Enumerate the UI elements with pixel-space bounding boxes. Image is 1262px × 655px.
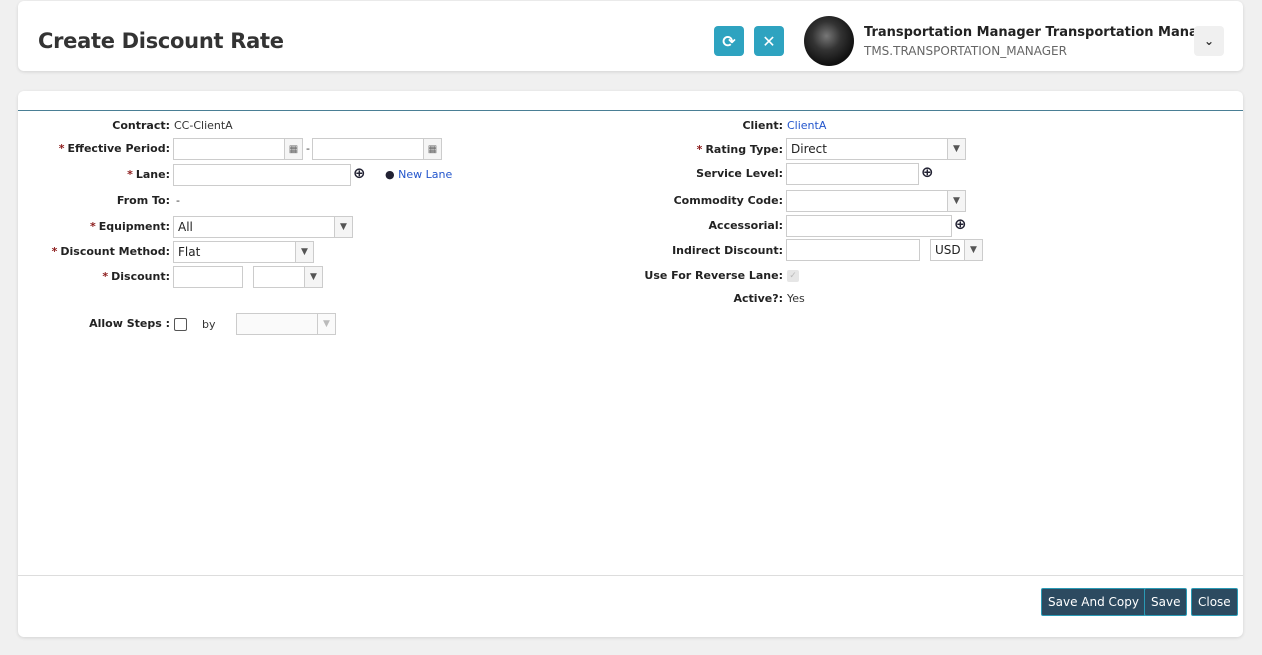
effective-from-input[interactable]: ▦ — [173, 138, 303, 160]
avatar — [804, 16, 854, 66]
discount-method-select[interactable]: Flat ▼ — [173, 241, 314, 263]
accessorial-search-icon[interactable]: ⊕ — [954, 215, 967, 233]
discount-method-label: * Discount Method: — [51, 245, 170, 258]
lane-label: * Lane: — [127, 168, 170, 181]
chevron-down-icon: ▼ — [947, 191, 965, 211]
user-name: Transportation Manager Transportation Ma… — [864, 25, 1213, 40]
page-title: Create Discount Rate — [38, 29, 284, 53]
steps-by-select[interactable]: ▼ — [236, 313, 336, 335]
refresh-icon: ⟳ — [722, 31, 736, 51]
contract-value: CC-ClientA — [174, 119, 233, 132]
reverse-lane-checkbox[interactable]: ✓ — [787, 270, 799, 282]
service-level-search-icon[interactable]: ⊕ — [921, 163, 934, 181]
accessorial-label: Accessorial: — [708, 219, 783, 232]
lane-search-icon[interactable]: ⊕ — [353, 164, 366, 182]
rating-type-select[interactable]: Direct ▼ — [786, 138, 966, 160]
new-lane-link[interactable]: ● New Lane — [385, 168, 452, 181]
reverse-lane-label: Use For Reverse Lane: — [644, 269, 783, 282]
close-icon: ✕ — [762, 31, 776, 51]
chevron-down-icon: ▼ — [317, 314, 335, 334]
close-form-button[interactable]: Close — [1191, 588, 1238, 616]
effective-period-label: * Effective Period: — [58, 142, 170, 155]
commodity-code-label: Commodity Code: — [673, 194, 783, 207]
discount-input[interactable] — [173, 266, 243, 288]
refresh-button[interactable]: ⟳ — [714, 26, 744, 56]
allow-steps-label: Allow Steps : — [89, 317, 170, 330]
client-label: Client: — [742, 119, 783, 132]
save-button[interactable]: Save — [1144, 588, 1188, 616]
active-label: Active?: — [733, 292, 783, 305]
active-value: Yes — [787, 292, 805, 305]
steps-by-label: by — [202, 318, 216, 331]
commodity-code-select[interactable]: ▼ — [786, 190, 966, 212]
close-button[interactable]: ✕ — [754, 26, 784, 56]
divider — [18, 110, 1243, 111]
from-to-value: - — [176, 194, 180, 207]
lane-input[interactable] — [173, 164, 351, 186]
accessorial-input[interactable] — [786, 215, 952, 237]
from-to-label: From To: — [116, 194, 170, 207]
discount-unit-select[interactable]: ▼ — [253, 266, 323, 288]
header-bar: Create Discount Rate ⟳ ✕ Transportation … — [18, 1, 1243, 71]
contract-label: Contract: — [112, 119, 170, 132]
discount-label: * Discount: — [102, 270, 170, 283]
service-level-label: Service Level: — [696, 167, 783, 180]
user-menu-button[interactable]: ⌄ — [1194, 26, 1224, 56]
plus-circle-icon: ● — [385, 168, 395, 181]
equipment-label: * Equipment: — [89, 220, 170, 233]
chevron-down-icon: ▼ — [295, 242, 313, 262]
chevron-down-icon: ▼ — [964, 240, 982, 260]
chevron-down-icon: ▼ — [334, 217, 352, 237]
calendar-icon[interactable]: ▦ — [423, 139, 441, 159]
chevron-down-icon: ⌄ — [1203, 34, 1215, 48]
indirect-discount-label: Indirect Discount: — [672, 244, 783, 257]
date-separator: - — [306, 142, 310, 155]
user-id: TMS.TRANSPORTATION_MANAGER — [864, 44, 1067, 58]
chevron-down-icon: ▼ — [304, 267, 322, 287]
equipment-select[interactable]: All ▼ — [173, 216, 353, 238]
effective-to-input[interactable]: ▦ — [312, 138, 442, 160]
chevron-down-icon: ▼ — [947, 139, 965, 159]
allow-steps-checkbox[interactable] — [174, 318, 187, 331]
rating-type-label: * Rating Type: — [696, 143, 783, 156]
footer-divider — [18, 575, 1243, 576]
save-and-copy-button[interactable]: Save And Copy — [1041, 588, 1146, 616]
service-level-input[interactable] — [786, 163, 919, 185]
indirect-discount-input[interactable] — [786, 239, 920, 261]
client-link[interactable]: ClientA — [787, 119, 826, 132]
calendar-icon[interactable]: ▦ — [284, 139, 302, 159]
currency-select[interactable]: USD ▼ — [930, 239, 983, 261]
